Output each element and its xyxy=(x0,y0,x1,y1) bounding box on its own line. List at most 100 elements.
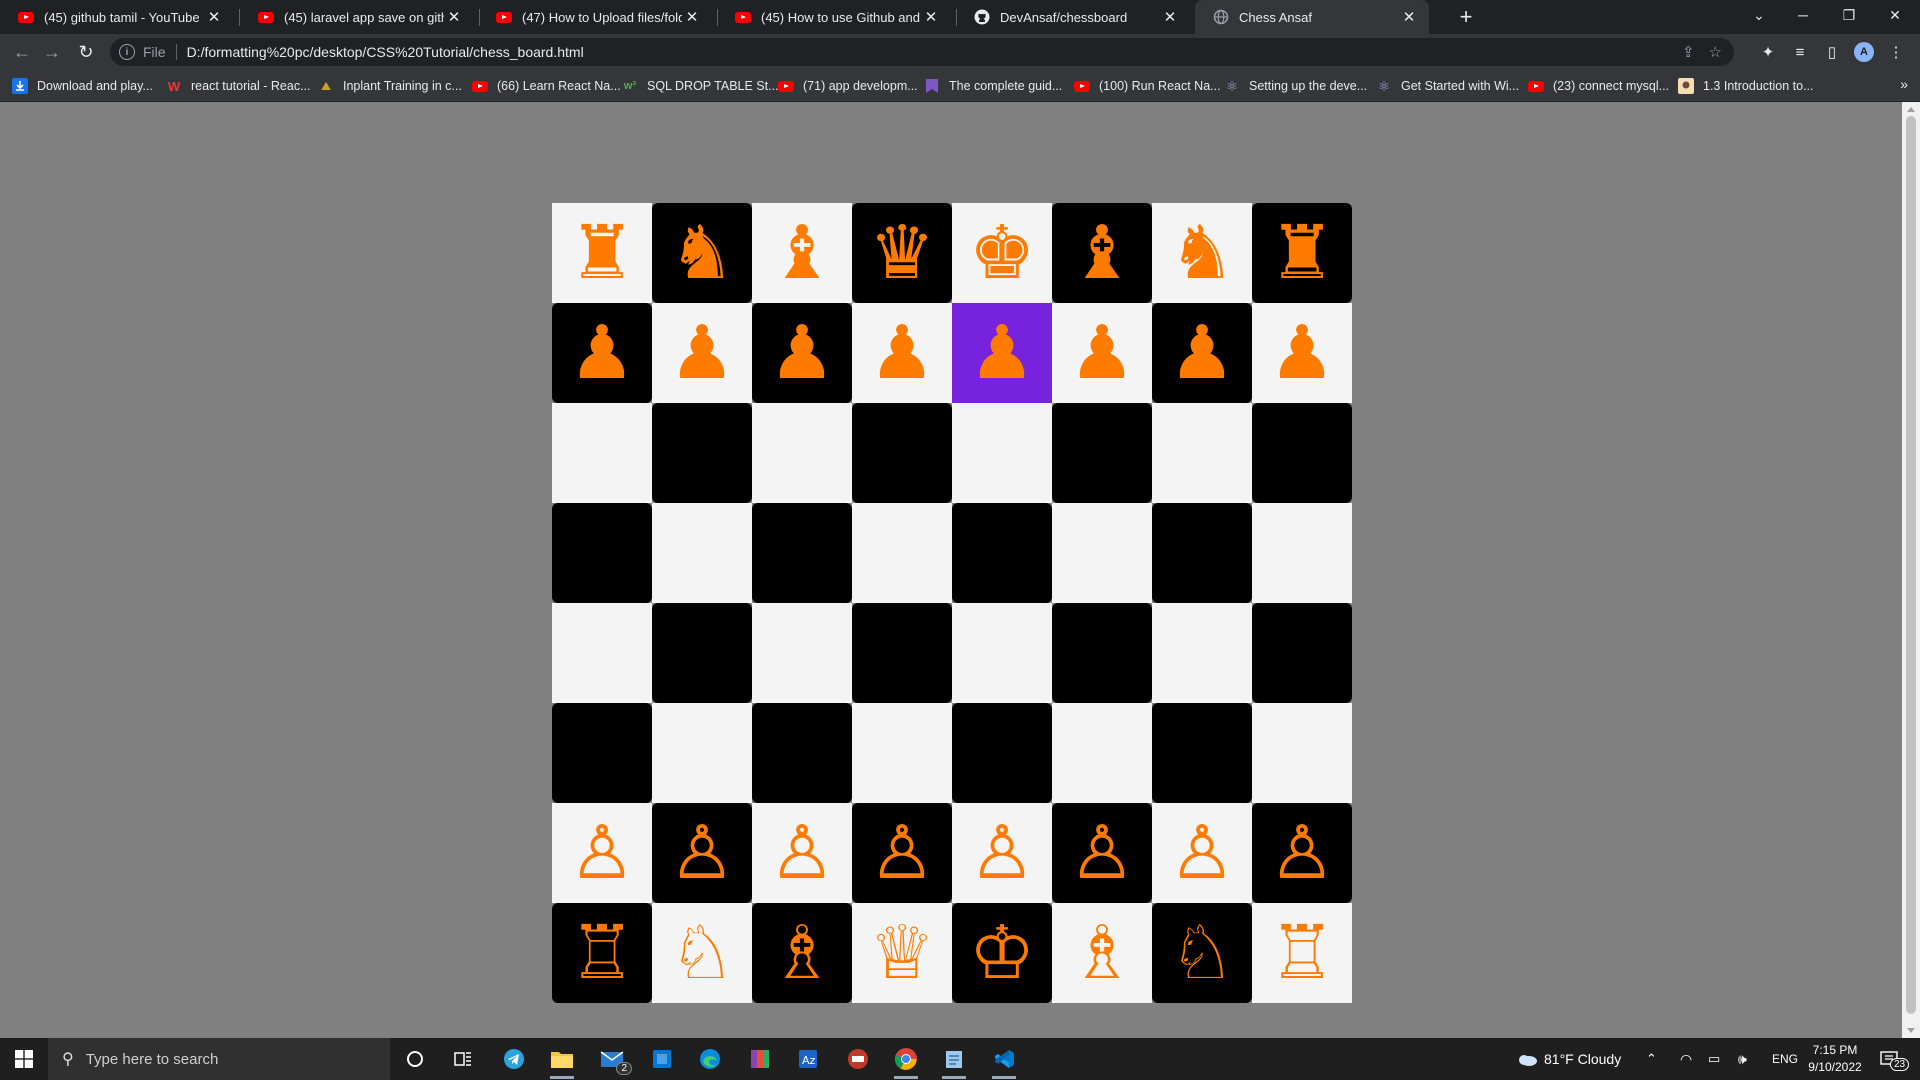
menu-icon[interactable]: ⋮ xyxy=(1882,38,1910,66)
square-h5[interactable] xyxy=(1252,503,1352,603)
square-b6[interactable] xyxy=(652,403,752,503)
square-a1[interactable]: ♖ xyxy=(552,903,652,1003)
square-b8[interactable]: ♞ xyxy=(652,203,752,303)
bookmark-item[interactable]: w³ SQL DROP TABLE St... xyxy=(622,76,779,96)
new-tab-button[interactable]: + xyxy=(1452,0,1480,34)
square-f5[interactable] xyxy=(1052,503,1152,603)
more-bookmarks-icon[interactable]: » xyxy=(1900,76,1908,92)
king-piece[interactable]: ♚ xyxy=(969,216,1035,290)
square-g8[interactable]: ♞ xyxy=(1152,203,1252,303)
square-a6[interactable] xyxy=(552,403,652,503)
square-f1[interactable]: ♗ xyxy=(1052,903,1152,1003)
pawn-piece[interactable]: ♙ xyxy=(669,816,735,890)
bookmark-item[interactable]: ⚛ Setting up the deve... xyxy=(1224,76,1367,96)
vertical-scrollbar[interactable] xyxy=(1902,102,1920,1038)
side-panel-icon[interactable]: ▯ xyxy=(1818,38,1846,66)
forward-icon[interactable]: → xyxy=(38,38,66,66)
square-g2[interactable]: ♙ xyxy=(1152,803,1252,903)
tab-6-active[interactable]: Chess Ansaf ✕ xyxy=(1195,0,1429,34)
restore-button[interactable]: ❐ xyxy=(1826,0,1872,30)
square-g7[interactable]: ♟ xyxy=(1152,303,1252,403)
share-icon[interactable]: ⇪ xyxy=(1682,43,1695,61)
task-view-icon[interactable] xyxy=(443,1043,483,1075)
telegram-icon[interactable] xyxy=(494,1043,534,1075)
rook-piece[interactable]: ♖ xyxy=(569,916,635,990)
pawn-piece[interactable]: ♟ xyxy=(1069,316,1135,390)
pawn-piece[interactable]: ♟ xyxy=(969,316,1035,390)
square-a5[interactable] xyxy=(552,503,652,603)
close-icon[interactable]: ✕ xyxy=(1399,7,1419,27)
bookmark-item[interactable]: Download and play... xyxy=(12,76,153,96)
weather-widget[interactable]: 81°F Cloudy xyxy=(1516,1038,1621,1080)
knight-piece[interactable]: ♞ xyxy=(1169,216,1235,290)
battery-icon[interactable]: ▭ xyxy=(1708,1038,1720,1080)
rook-piece[interactable]: ♖ xyxy=(1269,916,1335,990)
pawn-piece[interactable]: ♙ xyxy=(1269,816,1335,890)
volume-icon[interactable]: 🕪 xyxy=(1738,1038,1747,1080)
square-d6[interactable] xyxy=(852,403,952,503)
pawn-piece[interactable]: ♙ xyxy=(1069,816,1135,890)
square-h2[interactable]: ♙ xyxy=(1252,803,1352,903)
bookmark-item[interactable]: W react tutorial - Reac... xyxy=(166,76,311,96)
pawn-piece[interactable]: ♟ xyxy=(1269,316,1335,390)
pawn-piece[interactable]: ♙ xyxy=(969,816,1035,890)
pawn-piece[interactable]: ♟ xyxy=(569,316,635,390)
minimize-button[interactable]: ─ xyxy=(1780,0,1826,30)
rook-piece[interactable]: ♜ xyxy=(1269,216,1335,290)
pawn-piece[interactable]: ♟ xyxy=(869,316,935,390)
extensions-icon[interactable]: ✦ xyxy=(1754,38,1782,66)
file-explorer-icon[interactable] xyxy=(542,1043,582,1079)
bookmark-item[interactable]: The complete guid... xyxy=(924,76,1062,96)
square-h7[interactable]: ♟ xyxy=(1252,303,1352,403)
close-icon[interactable]: ✕ xyxy=(1160,7,1180,27)
address-bar[interactable]: i File D:/formatting%20pc/desktop/CSS%20… xyxy=(110,38,1734,66)
square-f8[interactable]: ♝ xyxy=(1052,203,1152,303)
bookmark-item[interactable]: (100) Run React Na... xyxy=(1074,76,1221,96)
square-h8[interactable]: ♜ xyxy=(1252,203,1352,303)
square-g1[interactable]: ♘ xyxy=(1152,903,1252,1003)
bishop-piece[interactable]: ♗ xyxy=(1069,916,1135,990)
square-a2[interactable]: ♙ xyxy=(552,803,652,903)
knight-piece[interactable]: ♘ xyxy=(1169,916,1235,990)
square-c2[interactable]: ♙ xyxy=(752,803,852,903)
profile-avatar[interactable]: A xyxy=(1850,38,1878,66)
tab-3[interactable]: (47) How to Upload files/folders/ ✕ xyxy=(478,0,712,34)
scroll-up-arrow[interactable] xyxy=(1907,107,1915,112)
bookmark-item[interactable]: (66) Learn React Na... xyxy=(472,76,621,96)
king-piece[interactable]: ♔ xyxy=(969,916,1035,990)
notifications-icon[interactable]: 23 xyxy=(1880,1038,1910,1080)
pawn-piece[interactable]: ♟ xyxy=(669,316,735,390)
square-b1[interactable]: ♘ xyxy=(652,903,752,1003)
close-icon[interactable]: ✕ xyxy=(204,7,224,27)
media-control-icon[interactable]: ≡ xyxy=(1786,38,1814,66)
queen-piece[interactable]: ♕ xyxy=(869,916,935,990)
square-b3[interactable] xyxy=(652,703,752,803)
dictionary-icon[interactable]: Az xyxy=(788,1043,828,1075)
bishop-piece[interactable]: ♗ xyxy=(769,916,835,990)
bookmark-item[interactable]: ⛰ Inplant Training in c... xyxy=(318,76,462,96)
square-f3[interactable] xyxy=(1052,703,1152,803)
notepad-icon[interactable] xyxy=(934,1043,974,1079)
square-c6[interactable] xyxy=(752,403,852,503)
square-c3[interactable] xyxy=(752,703,852,803)
tab-4[interactable]: (45) How to use Github and shar ✕ xyxy=(717,0,951,34)
edge-icon[interactable] xyxy=(690,1043,730,1075)
square-a7[interactable]: ♟ xyxy=(552,303,652,403)
close-icon[interactable]: ✕ xyxy=(682,7,702,27)
square-a3[interactable] xyxy=(552,703,652,803)
square-d7[interactable]: ♟ xyxy=(852,303,952,403)
square-h6[interactable] xyxy=(1252,403,1352,503)
square-d8[interactable]: ♛ xyxy=(852,203,952,303)
pawn-piece[interactable]: ♟ xyxy=(1169,316,1235,390)
pawn-piece[interactable]: ♙ xyxy=(869,816,935,890)
square-h3[interactable] xyxy=(1252,703,1352,803)
close-icon[interactable]: ✕ xyxy=(444,7,464,27)
square-f6[interactable] xyxy=(1052,403,1152,503)
app-icon[interactable] xyxy=(838,1043,878,1075)
windows-start-icon[interactable] xyxy=(0,1038,48,1080)
knight-piece[interactable]: ♘ xyxy=(669,916,735,990)
pawn-piece[interactable]: ♙ xyxy=(1169,816,1235,890)
square-b7[interactable]: ♟ xyxy=(652,303,752,403)
square-d5[interactable] xyxy=(852,503,952,603)
winrar-icon[interactable] xyxy=(740,1043,780,1075)
